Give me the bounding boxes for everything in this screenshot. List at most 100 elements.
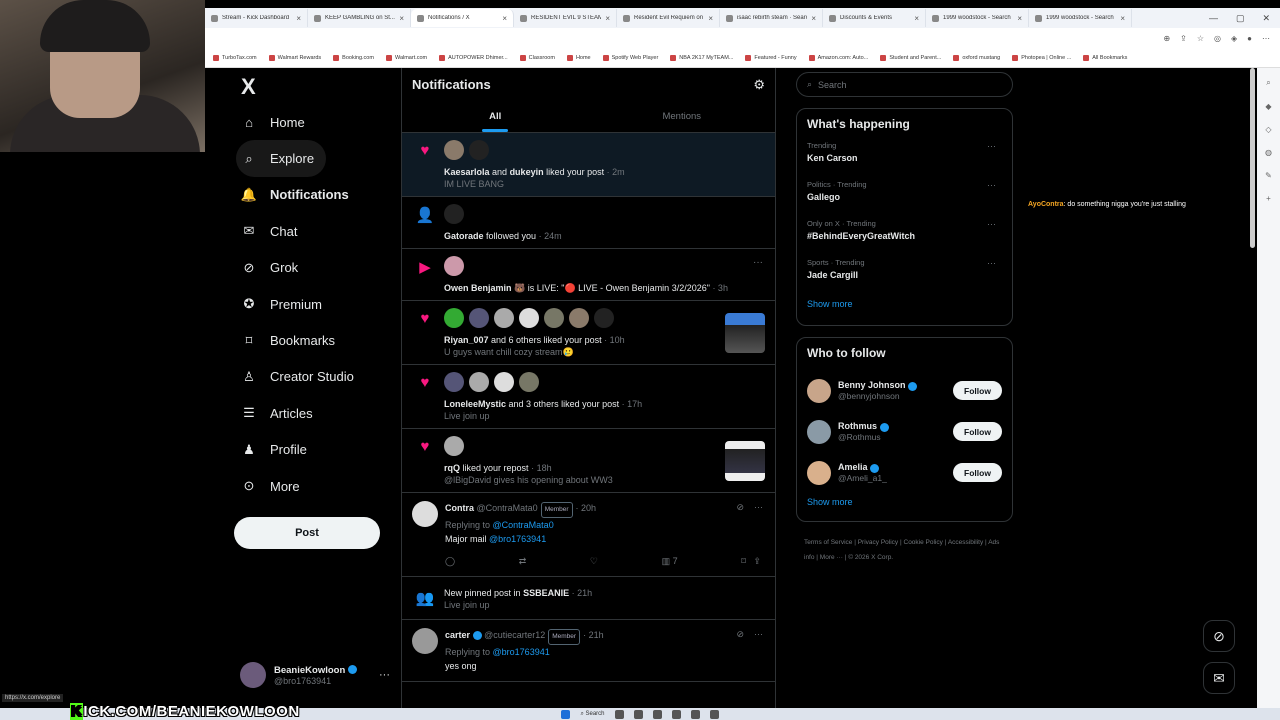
bookmark-item[interactable]: TurboTax.com	[213, 54, 257, 61]
avatar[interactable]	[519, 372, 539, 392]
follow-suggestion[interactable]: Amelia @Ameli_a1_ Follow	[807, 452, 1002, 493]
app-icon[interactable]	[652, 709, 662, 719]
notification-actor[interactable]: dukeyin	[510, 167, 544, 177]
avatar[interactable]	[412, 501, 438, 527]
community-name[interactable]: SSBEANIE	[523, 588, 569, 598]
zoom-icon[interactable]: ⊕	[1163, 34, 1170, 43]
profile-icon[interactable]: ●	[1247, 34, 1252, 43]
bookmark-item[interactable]: Walmart.com	[385, 54, 427, 61]
avatar[interactable]	[444, 372, 464, 392]
scrollbar[interactable]	[1250, 68, 1255, 248]
sidebar-item-grok[interactable]: ⊘ Grok	[236, 250, 396, 286]
more-horizontal-icon[interactable]: ···	[379, 669, 390, 681]
browser-tab[interactable]: 1999 woodstock - Search ×	[926, 9, 1029, 27]
post-thumbnail[interactable]	[725, 313, 765, 353]
tweet-author-name[interactable]: Contra	[445, 503, 474, 513]
avatar[interactable]	[444, 256, 464, 276]
post-thumbnail[interactable]	[725, 441, 765, 481]
pinned-post-notification[interactable]: 👥 New pinned post in SSBEANIE · 21h Live…	[402, 577, 775, 620]
close-icon[interactable]: ×	[399, 14, 404, 23]
trend-item[interactable]: Trending Ken Carson ···	[807, 141, 1002, 180]
search-icon[interactable]: ⌕	[1266, 78, 1270, 88]
reply-icon[interactable]: ◯	[445, 554, 455, 568]
bookmark-item[interactable]: Spotify Web Player	[602, 54, 658, 61]
bookmark-item[interactable]: NBA 2K17 MyTEAM...	[670, 54, 733, 61]
footer-link[interactable]: Privacy Policy	[858, 539, 898, 546]
avatar[interactable]	[412, 628, 438, 654]
tweet-author-name[interactable]: carter	[445, 630, 470, 640]
footer-link[interactable]: Cookie Policy	[904, 539, 943, 546]
taskbar-search[interactable]: ⌕ Search	[580, 711, 604, 718]
sidebar-item-explore[interactable]: ⌕ Explore	[236, 140, 326, 177]
avatar[interactable]	[544, 308, 564, 328]
show-more-link[interactable]: Show more	[807, 299, 1002, 309]
app-icon[interactable]	[671, 709, 681, 719]
avatar[interactable]	[494, 308, 514, 328]
extension-icon[interactable]: ◈	[1231, 34, 1237, 43]
suggestion-name[interactable]: Benny Johnson	[838, 380, 906, 390]
sidebar-item-premium[interactable]: ✪ Premium	[236, 286, 396, 322]
follow-suggestion[interactable]: Benny Johnson @bennyjohnson Follow	[807, 370, 1002, 411]
close-icon[interactable]: ×	[502, 14, 507, 23]
replying-to-link[interactable]: @bro1763941	[493, 647, 550, 657]
menu-icon[interactable]: ⋯	[1262, 34, 1270, 43]
bookmark-item[interactable]: Amazon.com: Auto...	[808, 54, 868, 61]
bookmark-item[interactable]: oxford mustang	[953, 54, 1000, 61]
star-icon[interactable]: ☆	[1197, 34, 1204, 43]
more-horizontal-icon[interactable]: ···	[987, 180, 996, 190]
windows-icon[interactable]	[561, 709, 571, 719]
bookmark-item[interactable]: Walmart Rewards	[268, 54, 321, 61]
app-icon[interactable]	[633, 709, 643, 719]
more-horizontal-icon[interactable]: ···	[987, 258, 996, 268]
avatar[interactable]	[569, 308, 589, 328]
browser-tab[interactable]: KEEP GAMBLING on St... ×	[308, 9, 411, 27]
trend-item[interactable]: Only on X · Trending #BehindEveryGreatWit…	[807, 219, 1002, 258]
bookmark-item[interactable]: Booking.com	[333, 54, 374, 61]
follow-button[interactable]: Follow	[953, 422, 1002, 441]
avatar[interactable]	[444, 204, 464, 224]
sidebar-item-home[interactable]: ⌂ Home	[236, 104, 396, 140]
notification-actor[interactable]: Owen Benjamin 🐻	[444, 283, 525, 293]
mention-link[interactable]: @bro1763941	[489, 534, 546, 544]
close-icon[interactable]: ✕	[1262, 13, 1270, 24]
sidebar-item-chat[interactable]: ✉ Chat	[236, 213, 396, 249]
avatar[interactable]	[519, 308, 539, 328]
browser-tab[interactable]: 1999 woodstock - Search ×	[1029, 9, 1132, 27]
notification-item[interactable]: ▶ Owen Benjamin 🐻 is LIVE: "🔴 LIVE - Owen…	[402, 249, 775, 301]
sidebar-item-creator-studio[interactable]: ♙ Creator Studio	[236, 359, 396, 395]
bookmark-item[interactable]: Featured - Funny	[745, 54, 797, 61]
browser-tab[interactable]: isaac rebirth steam · Search ×	[720, 9, 823, 27]
browser-tab[interactable]: RESIDENT EVIL 9 STEAM ×	[514, 9, 617, 27]
avatar[interactable]	[469, 372, 489, 392]
repost-icon[interactable]: ⇄	[519, 554, 527, 568]
sidebar-item-profile[interactable]: ♟ Profile	[236, 432, 396, 468]
avatar[interactable]	[594, 308, 614, 328]
notification-item[interactable]: ♥ rqQ liked your repost · 18h @lBigDavid g…	[402, 429, 775, 493]
footer-link[interactable]: Terms of Service	[804, 539, 852, 546]
browser-tab[interactable]: Notifications / X ×	[411, 9, 514, 27]
avatar[interactable]	[494, 372, 514, 392]
maximize-icon[interactable]: ▢	[1236, 13, 1245, 24]
bookmark-icon[interactable]: ⌑ ⇪	[741, 554, 761, 568]
messages-fab[interactable]: ✉	[1203, 662, 1235, 694]
avatar[interactable]	[444, 308, 464, 328]
trend-item[interactable]: Politics · Trending Gallego ···	[807, 180, 1002, 219]
more-horizontal-icon[interactable]: ···	[754, 502, 763, 513]
close-icon[interactable]: ×	[296, 14, 301, 23]
browser-tab[interactable]: Stream - Kick Dashboard ×	[205, 9, 308, 27]
tweet[interactable]: Contra @ContraMata0 Member · 20h Replying …	[402, 493, 775, 577]
close-icon[interactable]: ×	[1120, 14, 1125, 23]
shopping-icon[interactable]: ◇	[1265, 125, 1271, 134]
grok-fab[interactable]: ⊘	[1203, 620, 1235, 652]
add-icon[interactable]: +	[1266, 194, 1271, 203]
close-icon[interactable]: ×	[811, 14, 816, 23]
grok-icon[interactable]: ⊘	[736, 629, 744, 640]
avatar[interactable]	[807, 378, 831, 403]
search-input[interactable]: ⌕ Search	[796, 72, 1013, 97]
close-icon[interactable]: ×	[914, 14, 919, 23]
trend-item[interactable]: Sports · Trending Jade Cargill ···	[807, 258, 1002, 297]
footer-link[interactable]: Accessibility	[948, 539, 983, 546]
replying-to-link[interactable]: @ContraMata0	[493, 520, 554, 530]
more-horizontal-icon[interactable]: ···	[987, 141, 996, 151]
gear-icon[interactable]: ⚙	[753, 77, 765, 93]
